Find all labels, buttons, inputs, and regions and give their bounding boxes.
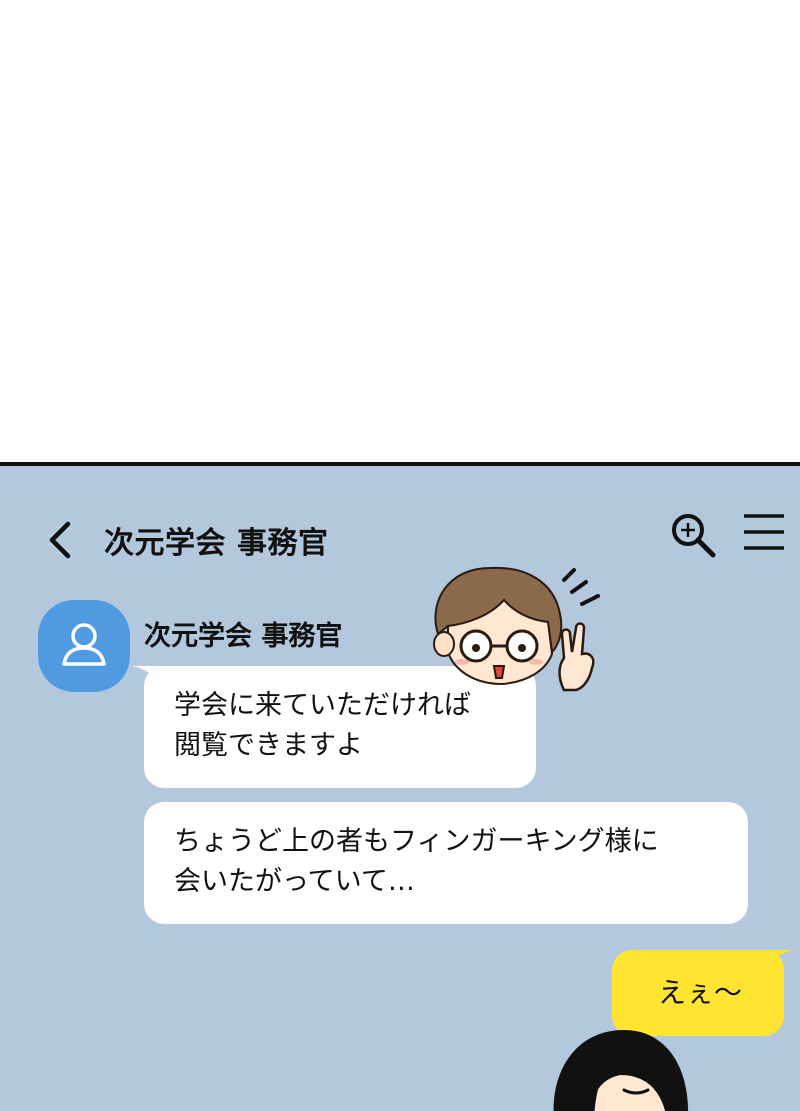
- hamburger-menu-icon: [744, 514, 784, 550]
- comic-panel-page: 次元学会 事務官 次元学会 事務官 学会に来ていただければ 閲覧できますよ ちょ…: [0, 0, 800, 1111]
- character-head-illustration: [553, 1030, 688, 1111]
- chevron-left-icon: [49, 521, 71, 559]
- zoom-in-icon: [672, 514, 716, 558]
- search-button[interactable]: [668, 510, 718, 560]
- incoming-message: ちょうど上の者もフィンガーキング様に 会いたがっていて…: [144, 802, 748, 924]
- chat-screen: 次元学会 事務官 次元学会 事務官 学会に来ていただければ 閲覧できますよ ちょ…: [0, 462, 800, 1111]
- hand-gesture-illustration: [558, 622, 595, 692]
- avatar[interactable]: [38, 600, 130, 692]
- menu-button[interactable]: [740, 512, 788, 552]
- sender-name: 次元学会 事務官: [144, 621, 343, 652]
- chat-title: 次元学会 事務官: [104, 526, 329, 561]
- back-button[interactable]: [40, 518, 84, 562]
- surprise-lines-illustration: [562, 568, 600, 606]
- blank-panel-area: [0, 0, 800, 462]
- user-icon: [62, 623, 106, 666]
